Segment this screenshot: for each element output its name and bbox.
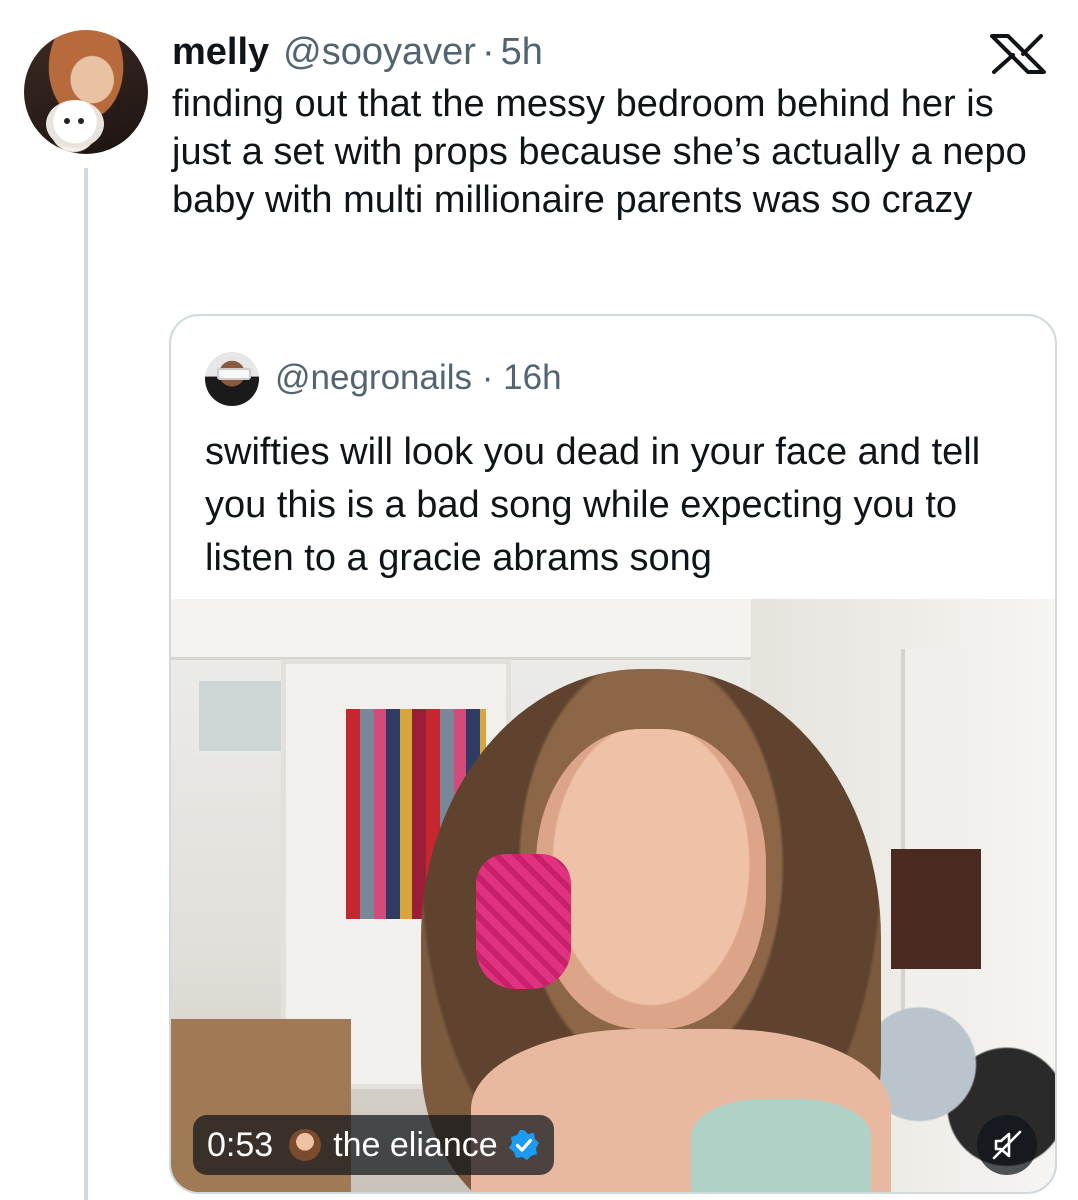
attribution-avatar: [289, 1129, 322, 1161]
video-player[interactable]: 0:53 the eliance: [171, 599, 1055, 1192]
author-handle[interactable]: @sooyaver: [283, 30, 476, 74]
video-info-pill[interactable]: 0:53 the eliance: [193, 1115, 554, 1175]
quoted-author-avatar[interactable]: [205, 352, 259, 406]
video-duration: 0:53: [207, 1125, 274, 1164]
author-name[interactable]: melly: [172, 30, 269, 74]
quoted-text: swifties will look you dead in your face…: [205, 431, 981, 579]
quoted-handle[interactable]: @negronails: [275, 358, 472, 397]
video-window: [195, 677, 291, 755]
author-avatar[interactable]: [24, 30, 148, 154]
separator-dot: ·: [481, 358, 494, 397]
avatar-glasses: [217, 368, 251, 380]
separator-dot: ·: [481, 31, 495, 73]
avatar-dog: [46, 100, 104, 148]
thread-line: [84, 168, 88, 1200]
quoted-time[interactable]: 16h: [503, 358, 561, 397]
verified-badge-icon: [508, 1130, 539, 1160]
video-dresser: [891, 849, 981, 969]
tweet-time[interactable]: 5h: [501, 30, 543, 74]
video-attribution[interactable]: the eliance: [333, 1126, 497, 1165]
tweet-text: finding out that the messy bedroom behin…: [172, 83, 1027, 221]
x-logo-icon[interactable]: [986, 34, 1050, 74]
quoted-header: @negronails · 16h: [275, 358, 562, 398]
video-pink-glove: [476, 854, 571, 989]
mute-button[interactable]: [977, 1115, 1037, 1175]
video-clothing: [691, 1099, 871, 1192]
tweet-header: melly @sooyaver · 5h: [172, 30, 543, 74]
quoted-tweet[interactable]: @negronails · 16h swifties will look you…: [169, 314, 1057, 1194]
muted-speaker-icon: [992, 1130, 1022, 1160]
